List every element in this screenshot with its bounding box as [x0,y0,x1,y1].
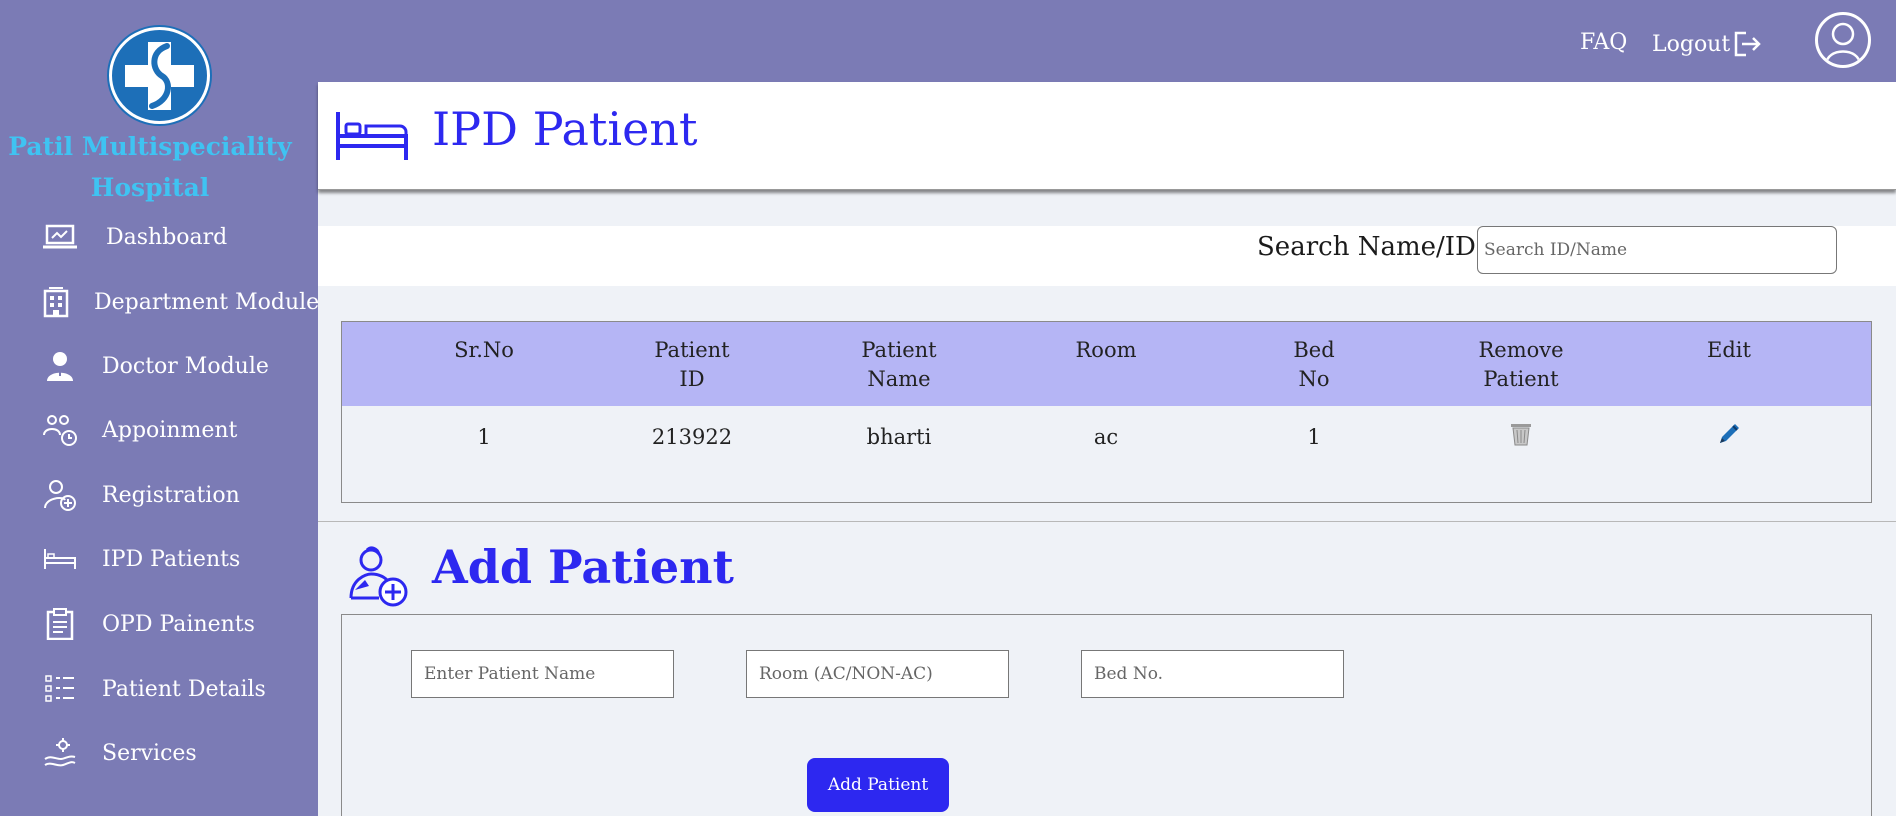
cell-room: ac [1093,425,1119,449]
column-header-patient-id: Patient ID [654,338,730,391]
laptop-chart-icon [40,217,80,257]
patients-table: Sr.No Patient ID Patient Name Room Bed No R… [341,321,1872,503]
edit-patient-button[interactable] [1659,422,1799,446]
page-title: IPD Patient [432,102,698,156]
bed-icon [334,110,410,166]
building-icon [40,282,72,322]
add-patient-button[interactable]: Add Patient [807,758,949,812]
sidebar-item-department-module[interactable]: Department Module [40,277,319,327]
sidebar-item-doctor-module[interactable]: Doctor Module [40,341,315,391]
column-header-edit: Edit [1707,338,1751,362]
pen-icon [1720,424,1739,443]
sidebar-item-label: IPD Patients [102,546,241,572]
add-patient-title: Add Patient [432,540,734,594]
cell-srno: 1 [477,425,491,449]
cell-patient-name: bharti [866,425,932,449]
hospital-name-line1: Patil Multispeciality [8,132,292,161]
search-input[interactable] [1477,226,1837,274]
table-header: Sr.No Patient ID Patient Name Room Bed No R… [342,322,1871,406]
hospital-name-line2: Hospital [90,173,210,202]
sidebar-item-registration[interactable]: Registration [40,470,315,520]
section-divider [318,521,1896,522]
sidebar-item-dashboard[interactable]: Dashboard [40,212,315,262]
user-icon [1824,22,1862,65]
hand-gear-icon [40,733,80,773]
user-avatar[interactable] [1815,12,1871,68]
sidebar-item-label: Department Module [94,289,320,315]
list-icon [40,669,80,709]
sidebar-item-services[interactable]: Services [40,728,315,778]
sidebar-item-label: Services [102,740,197,766]
column-header-patient-name: Patient Name [861,338,937,391]
doctor-icon [40,346,80,386]
column-header-room: Room [1075,338,1137,362]
logout-icon [1734,31,1761,57]
column-header-srno: Sr.No [454,338,514,362]
search-label: Search Name/ID : [1257,232,1493,262]
hospital-name: Patil Multispeciality Hospital [0,126,300,208]
sidebar-item-patient-details[interactable]: Patient Details [40,664,315,714]
user-plus-icon [40,475,80,515]
bed-no-field[interactable] [1081,650,1344,698]
logout-label: Logout [1652,31,1731,57]
hospital-logo [109,27,210,124]
cell-bed-no: 1 [1307,425,1321,449]
sidebar-item-label: Dashboard [106,224,228,250]
sidebar-item-label: Registration [102,482,240,508]
sidebar-item-label: Patient Details [102,676,266,702]
clipboard-icon [40,604,80,644]
remove-patient-button[interactable] [1451,422,1591,446]
cell-patient-id: 213922 [651,425,733,449]
sidebar: Patil Multispeciality Hospital Dashboard… [0,0,319,816]
sidebar-item-ipd-patients[interactable]: IPD Patients [40,534,315,584]
sidebar-item-label: Appoinment [102,417,238,443]
column-header-remove-patient: Remove Patient [1478,338,1564,391]
patient-name-field[interactable] [411,650,674,698]
add-patient-form [341,614,1872,816]
bed-icon [40,539,80,579]
trash-icon [1511,424,1531,446]
add-user-icon [347,546,409,612]
faq-link[interactable]: FAQ [1580,30,1627,55]
sidebar-item-appoinment[interactable]: Appoinment [40,405,315,455]
people-clock-icon [40,410,80,450]
sidebar-item-label: Doctor Module [102,353,269,379]
sidebar-item-opd-painents[interactable]: OPD Painents [40,599,315,649]
logout-button[interactable]: Logout [1652,30,1762,58]
sidebar-item-label: OPD Painents [102,611,255,637]
room-field[interactable] [746,650,1009,698]
column-header-bed-no: Bed No [1293,338,1335,391]
